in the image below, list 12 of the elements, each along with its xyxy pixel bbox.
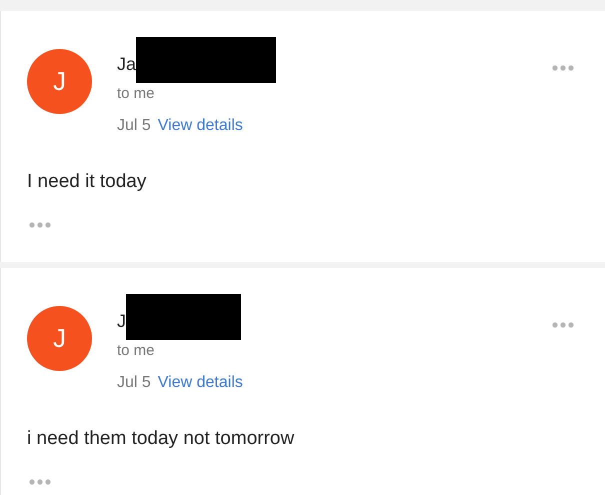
avatar: J [27,306,92,371]
message-body: I need it today [26,170,148,194]
message-body: i need them today not tomorrow [26,426,296,450]
date-text: Jul 5 [117,372,151,392]
recipient-text: to me [117,341,156,361]
view-details-link[interactable]: View details [158,370,243,394]
sender-name: Ja [117,53,136,76]
avatar: J [27,49,92,114]
sender-name: J [117,310,126,333]
date-text: Jul 5 [117,116,151,136]
view-details-link[interactable]: View details [158,114,243,138]
recipient-text: to me [117,84,156,104]
